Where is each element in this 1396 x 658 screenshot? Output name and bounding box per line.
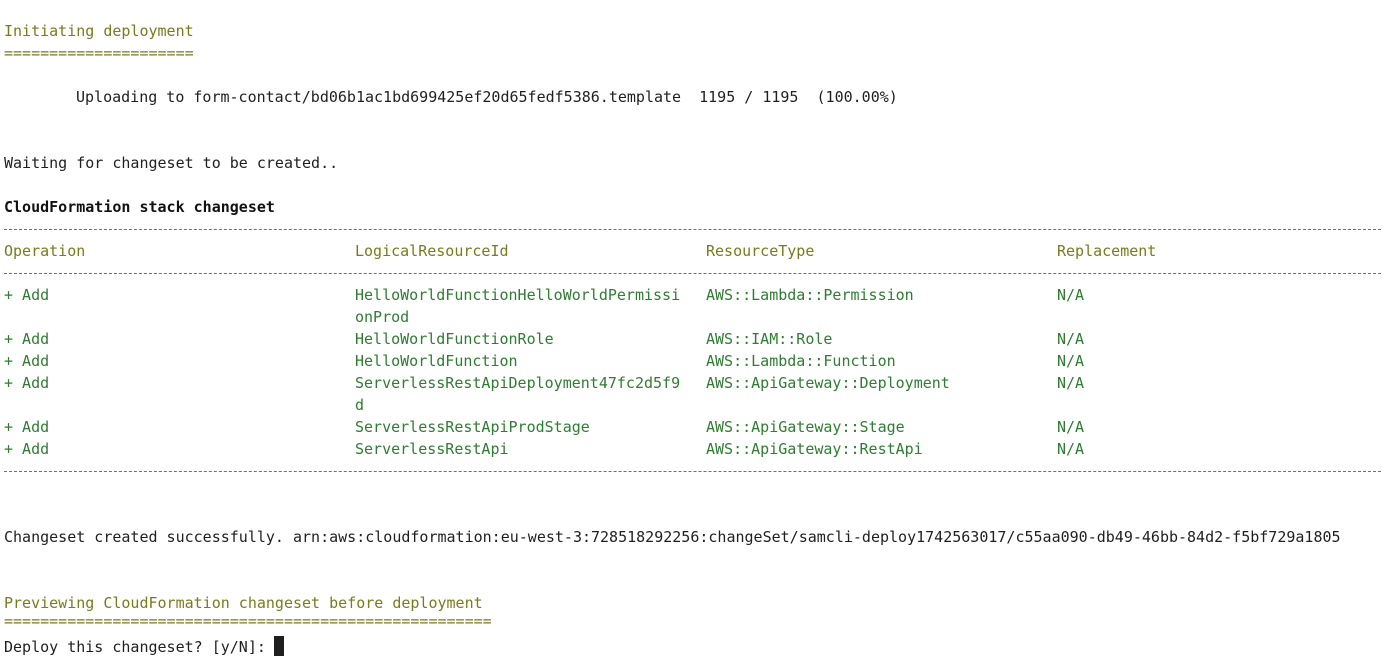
- row-replacement: N/A: [1057, 352, 1085, 370]
- header-logical-resource-id: LogicalResourceId: [355, 242, 509, 260]
- row-logical-id: HelloWorldFunctionRole: [355, 330, 554, 348]
- table-separator-bottom: [4, 471, 1381, 473]
- changeset-created-message: Changeset created successfully. arn:aws:…: [4, 528, 1341, 546]
- deploy-prompt: Deploy this changeset? [y/N]:: [4, 638, 275, 656]
- previewing-underline: ========================================…: [4, 612, 492, 630]
- upload-progress: Uploading to form-contact/bd06b1ac1bd699…: [76, 88, 898, 106]
- initiating-heading: Initiating deployment: [4, 22, 194, 40]
- waiting-message: Waiting for changeset to be created..: [4, 154, 339, 172]
- row-replacement: N/A: [1057, 286, 1085, 304]
- previewing-heading: Previewing CloudFormation changeset befo…: [4, 594, 483, 612]
- row-replacement: N/A: [1057, 330, 1085, 348]
- row-resource-type: AWS::Lambda::Permission: [706, 286, 914, 304]
- row-resource-type: AWS::ApiGateway::RestApi: [706, 440, 923, 458]
- row-logical-id: HelloWorldFunction: [355, 352, 518, 370]
- row-logical-id-wrap: onProd: [355, 308, 410, 326]
- row-logical-id-wrap: d: [355, 396, 365, 414]
- row-replacement: N/A: [1057, 418, 1085, 436]
- row-operation: + Add: [4, 352, 50, 370]
- row-operation: + Add: [4, 286, 50, 304]
- row-resource-type: AWS::IAM::Role: [706, 330, 833, 348]
- terminal-cursor[interactable]: [274, 636, 284, 656]
- row-resource-type: AWS::Lambda::Function: [706, 352, 896, 370]
- row-logical-id: ServerlessRestApiDeployment47fc2d5f9: [355, 374, 681, 392]
- table-separator-header: [4, 273, 1381, 275]
- changeset-title: CloudFormation stack changeset: [4, 198, 275, 216]
- row-operation: + Add: [4, 374, 50, 392]
- row-logical-id: ServerlessRestApiProdStage: [355, 418, 590, 436]
- header-replacement: Replacement: [1057, 242, 1157, 260]
- header-resource-type: ResourceType: [706, 242, 815, 260]
- header-operation: Operation: [4, 242, 86, 260]
- initiating-underline: =====================: [4, 44, 194, 62]
- row-resource-type: AWS::ApiGateway::Stage: [706, 418, 905, 436]
- row-replacement: N/A: [1057, 374, 1085, 392]
- row-replacement: N/A: [1057, 440, 1085, 458]
- row-logical-id: HelloWorldFunctionHelloWorldPermissi: [355, 286, 681, 304]
- row-resource-type: AWS::ApiGateway::Deployment: [706, 374, 950, 392]
- row-operation: + Add: [4, 440, 50, 458]
- row-logical-id: ServerlessRestApi: [355, 440, 509, 458]
- table-separator-top: [4, 229, 1381, 231]
- row-operation: + Add: [4, 330, 50, 348]
- row-operation: + Add: [4, 418, 50, 436]
